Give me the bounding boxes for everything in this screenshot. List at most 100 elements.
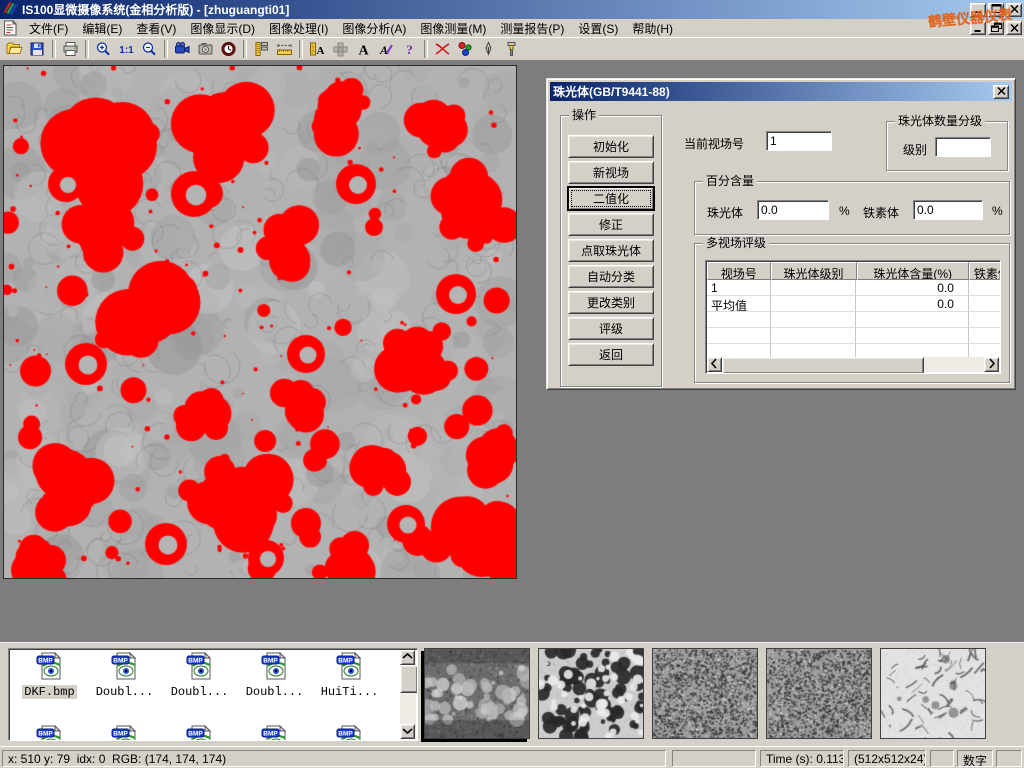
actual-size-icon: 1:1 [118, 41, 135, 57]
arrow-right-icon [984, 356, 999, 374]
file-item-2[interactable]: BMPDoubl... [162, 652, 237, 699]
file-item-0[interactable]: BMPDKF.bmp [12, 652, 87, 699]
op-button-6[interactable]: 更改类别 [568, 291, 654, 314]
table-cell: 1 [707, 280, 771, 296]
caliper-button[interactable] [250, 38, 273, 60]
toolbar-separator [85, 40, 89, 58]
open-button[interactable] [3, 38, 26, 60]
scrollbar-track[interactable] [924, 357, 984, 372]
menu-item-measure-report[interactable]: 测量报告(P) [493, 18, 571, 39]
op-button-5[interactable]: 自动分类 [568, 265, 654, 288]
file-item-row2-2[interactable]: BMP [162, 725, 237, 741]
measure-text-button[interactable]: A [306, 38, 329, 60]
op-button-0[interactable]: 初始化 [568, 135, 654, 158]
text-button[interactable]: A [352, 38, 375, 60]
menu-item-image-process[interactable]: 图像处理(I) [262, 18, 335, 39]
table-cell [969, 296, 1001, 312]
window-controls [970, 3, 1022, 17]
grade-input[interactable] [935, 137, 991, 157]
actual-size-button[interactable]: 1:1 [115, 38, 138, 60]
op-button-3[interactable]: 修正 [568, 213, 654, 236]
file-item-1[interactable]: BMPDoubl... [87, 652, 162, 699]
op-button-1[interactable]: 新视场 [568, 161, 654, 184]
file-item-4[interactable]: BMPHuiTi... [312, 652, 387, 699]
scroll-down-button[interactable] [400, 724, 415, 739]
scrollbar-thumb[interactable] [400, 665, 418, 693]
table-header-cell[interactable]: 珠光体含量(%) [857, 262, 969, 280]
scrollbar-track[interactable] [400, 693, 416, 724]
thumbnail-2[interactable] [652, 648, 758, 739]
table-horizontal-scrollbar[interactable] [707, 357, 999, 372]
edit-text-button[interactable]: A [375, 38, 398, 60]
thumbnail-1[interactable] [538, 648, 644, 739]
window-close-button[interactable] [1006, 3, 1022, 17]
menu-item-image-analysis[interactable]: 图像分析(A) [335, 18, 413, 39]
micrograph-image[interactable] [3, 65, 517, 579]
child-close-button[interactable] [1006, 21, 1022, 35]
svg-text:1:1: 1:1 [119, 45, 134, 56]
menu-item-image-display[interactable]: 图像显示(D) [183, 18, 262, 39]
table-cell [771, 296, 857, 312]
menu-item-edit[interactable]: 编辑(E) [75, 18, 129, 39]
table-cell [771, 280, 857, 296]
pattern-button[interactable] [329, 38, 352, 60]
current-view-input[interactable] [766, 131, 832, 151]
file-item-row2-3[interactable]: BMP [237, 725, 312, 741]
status-image-size: (512x512x24) [848, 750, 926, 767]
menu-item-view[interactable]: 查看(V) [129, 18, 183, 39]
pen-button[interactable] [477, 38, 500, 60]
file-item-row2-1[interactable]: BMP [87, 725, 162, 741]
op-button-4[interactable]: 点取珠光体 [568, 239, 654, 262]
window-maximize-button[interactable] [988, 3, 1004, 17]
thumbnail-4[interactable] [880, 648, 986, 739]
menu-bar: 文件(F)编辑(E)查看(V)图像显示(D)图像处理(I)图像分析(A)图像测量… [0, 19, 1024, 38]
table-header-cell[interactable]: 铁素体含量(%) [969, 262, 1001, 280]
ruler-button[interactable] [273, 38, 296, 60]
toolbar-separator [164, 40, 168, 58]
rating-table[interactable]: 视场号珠光体级别珠光体含量(%)铁素体含量(%)10.0平均值0.0 [705, 260, 1001, 374]
child-minimize-button[interactable] [970, 21, 986, 35]
file-item-row2-0[interactable]: BMP [12, 725, 87, 741]
thumbnail-0[interactable] [424, 648, 530, 739]
file-item-row2-4[interactable]: BMP [312, 725, 387, 741]
brush-button[interactable] [500, 38, 523, 60]
particles-button[interactable] [454, 38, 477, 60]
op-button-7[interactable]: 评级 [568, 317, 654, 340]
table-header-cell[interactable]: 珠光体级别 [771, 262, 857, 280]
table-header-cell[interactable]: 视场号 [707, 262, 771, 280]
dialog-title-bar[interactable]: 珠光体(GB/T9441-88) [550, 82, 1012, 101]
scroll-up-button[interactable] [400, 650, 415, 665]
pearlite-percent-input[interactable] [757, 200, 829, 220]
file-browser-scrollbar[interactable] [400, 650, 416, 739]
window-minimize-button[interactable] [970, 3, 986, 17]
scroll-right-button[interactable] [984, 357, 999, 372]
menu-item-file[interactable]: 文件(F) [22, 18, 75, 39]
scrollbar-thumb[interactable] [722, 357, 924, 374]
svg-text:BMP: BMP [113, 658, 128, 665]
thumbnail-3[interactable] [766, 648, 872, 739]
curve-erase-button[interactable] [431, 38, 454, 60]
svg-text:?: ? [406, 42, 413, 57]
help-button[interactable]: ? [398, 38, 421, 60]
menu-item-settings[interactable]: 设置(S) [571, 18, 625, 39]
clock-button[interactable] [217, 38, 240, 60]
scroll-left-button[interactable] [707, 357, 722, 372]
current-view-label: 当前视场号 [684, 135, 744, 152]
file-item-3[interactable]: BMPDoubl... [237, 652, 312, 699]
ferrite-percent-input[interactable] [913, 200, 983, 220]
menu-item-image-measure[interactable]: 图像测量(M) [413, 18, 493, 39]
op-button-2[interactable]: 二值化 [568, 187, 654, 210]
video-camera-button[interactable] [171, 38, 194, 60]
menu-item-help[interactable]: 帮助(H) [625, 18, 680, 39]
zoom-in-button[interactable] [92, 38, 115, 60]
print-button[interactable] [59, 38, 82, 60]
table-cell [969, 328, 1001, 344]
op-button-8[interactable]: 返回 [568, 343, 654, 366]
camera-button[interactable] [194, 38, 217, 60]
brush-icon [503, 41, 520, 57]
percent-group: 百分含量 珠光体 % 铁素体 % [694, 181, 1010, 235]
zoom-out-button[interactable] [138, 38, 161, 60]
save-button[interactable] [26, 38, 49, 60]
dialog-close-button[interactable] [993, 85, 1009, 99]
child-restore-button[interactable] [988, 21, 1004, 35]
